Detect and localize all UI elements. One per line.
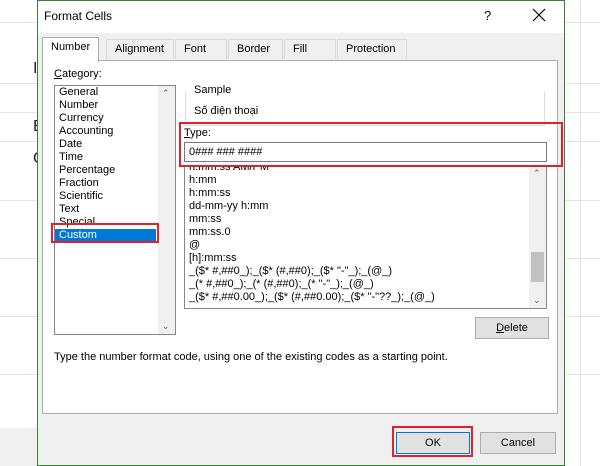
list-item[interactable]: @ bbox=[185, 239, 546, 252]
tab-border[interactable]: Border bbox=[228, 39, 283, 59]
list-item[interactable]: _(* #,##0_);_(* (#,##0);_(* "-"_);_(@_) bbox=[185, 278, 546, 291]
number-tab-panel: Category: General Number Currency Accoun… bbox=[42, 60, 558, 414]
list-item[interactable]: Date bbox=[55, 138, 175, 151]
list-item[interactable]: h:mm bbox=[185, 174, 546, 187]
description-text: Type the number format code, using one o… bbox=[54, 351, 448, 363]
scroll-thumb[interactable] bbox=[531, 252, 544, 282]
scroll-up-icon[interactable]: ⌃ bbox=[533, 168, 541, 179]
list-item[interactable]: Number bbox=[55, 99, 175, 112]
tab-fill[interactable]: Fill bbox=[284, 39, 336, 59]
sample-value: Số điện thoại bbox=[194, 105, 259, 117]
list-item[interactable]: mm:ss bbox=[185, 213, 546, 226]
delete-button[interactable]: Delete bbox=[475, 317, 549, 339]
list-item[interactable]: Accounting bbox=[55, 125, 175, 138]
type-input[interactable]: 0### ### #### bbox=[184, 142, 547, 162]
dialog-title: Format Cells bbox=[44, 9, 113, 23]
scroll-up-icon[interactable]: ⌃ bbox=[162, 88, 170, 99]
list-item[interactable]: h:mm:ss AM/PM bbox=[185, 166, 546, 174]
list-item[interactable]: Fraction bbox=[55, 177, 175, 190]
format-cells-dialog: Format Cells ? Number Alignment Font Bor… bbox=[37, 0, 565, 466]
list-item[interactable]: dd-mm-yy h:mm bbox=[185, 200, 546, 213]
tab-alignment[interactable]: Alignment bbox=[106, 39, 174, 59]
list-item[interactable]: mm:ss.0 bbox=[185, 226, 546, 239]
scroll-down-icon[interactable]: ⌄ bbox=[533, 295, 541, 306]
list-item[interactable]: Percentage bbox=[55, 164, 175, 177]
list-item[interactable]: Special bbox=[55, 216, 175, 229]
format-scrollbar[interactable]: ⌃ ⌄ bbox=[529, 166, 546, 308]
category-label: Category: bbox=[54, 68, 102, 80]
category-scrollbar[interactable]: ⌃ ⌄ bbox=[158, 86, 175, 334]
close-button[interactable] bbox=[526, 5, 552, 27]
list-item[interactable]: _($* #,##0_);_($* (#,##0);_($* "-"_);_(@… bbox=[185, 265, 546, 278]
ok-button[interactable]: OK bbox=[396, 432, 470, 454]
title-bar: Format Cells ? bbox=[38, 1, 564, 33]
scroll-down-icon[interactable]: ⌄ bbox=[162, 321, 170, 332]
tab-font[interactable]: Font bbox=[175, 39, 227, 59]
close-icon bbox=[532, 8, 546, 22]
list-item[interactable]: Currency bbox=[55, 112, 175, 125]
list-item-selected[interactable]: Custom bbox=[55, 229, 156, 242]
list-item[interactable]: h:mm:ss bbox=[185, 187, 546, 200]
tab-protection[interactable]: Protection bbox=[337, 39, 407, 59]
help-button[interactable]: ? bbox=[484, 8, 491, 23]
category-list[interactable]: General Number Currency Accounting Date … bbox=[54, 85, 176, 335]
list-item[interactable]: Time bbox=[55, 151, 175, 164]
format-code-list[interactable]: h:mm:ss AM/PM h:mm h:mm:ss dd-mm-yy h:mm… bbox=[184, 165, 547, 309]
sample-title: Sample bbox=[191, 84, 235, 96]
list-item[interactable]: [h]:mm:ss bbox=[185, 252, 546, 265]
list-item[interactable]: Scientific bbox=[55, 190, 175, 203]
type-label: Type: bbox=[184, 127, 211, 139]
tab-number[interactable]: Number bbox=[42, 37, 100, 62]
list-item[interactable]: General bbox=[55, 86, 175, 99]
cancel-button[interactable]: Cancel bbox=[480, 432, 556, 454]
list-item[interactable]: _($* #,##0.00_);_($* (#,##0.00);_($* "-"… bbox=[185, 291, 546, 304]
list-item[interactable]: Text bbox=[55, 203, 175, 216]
